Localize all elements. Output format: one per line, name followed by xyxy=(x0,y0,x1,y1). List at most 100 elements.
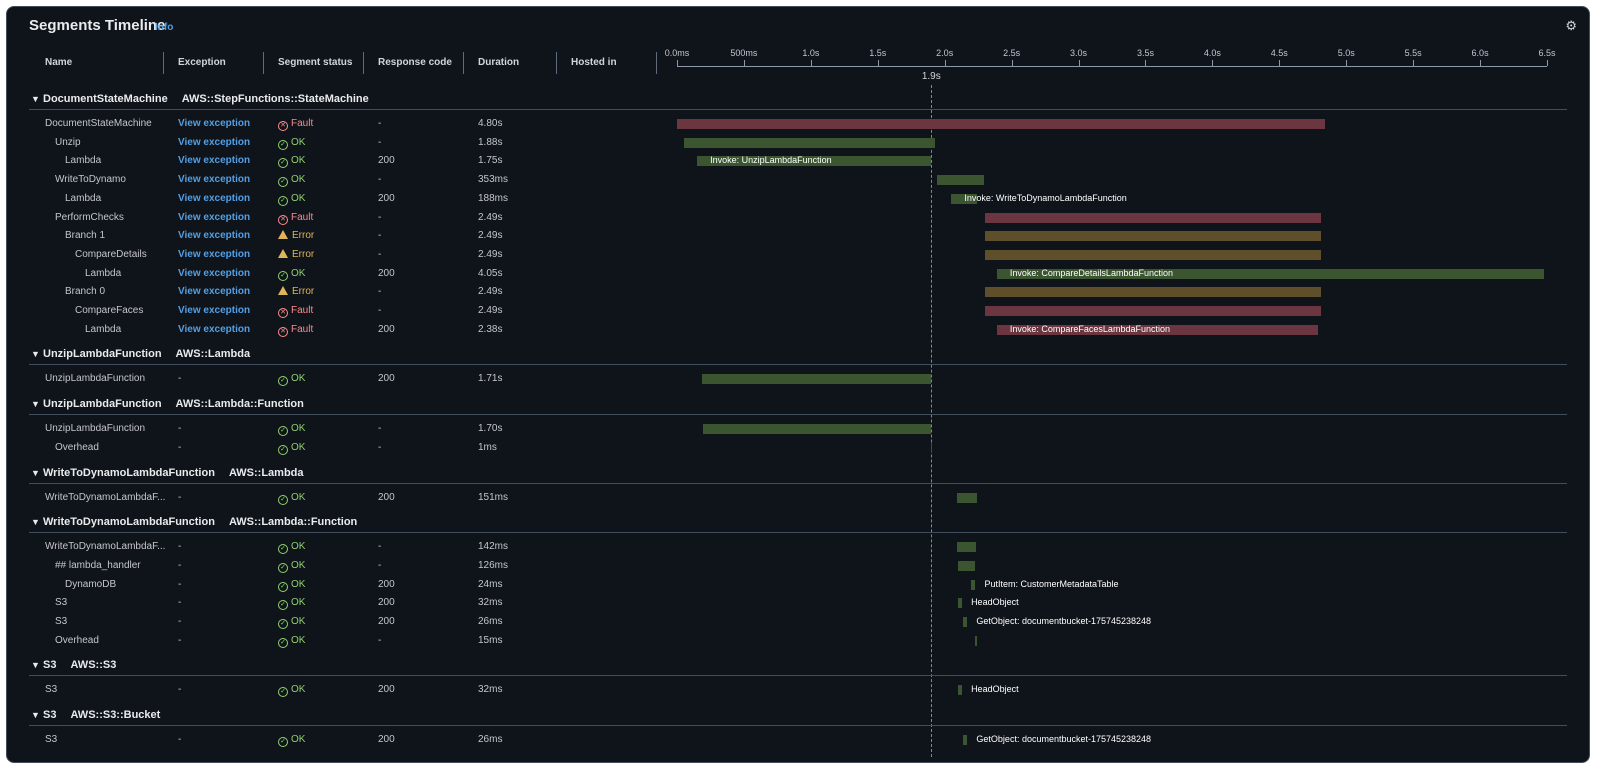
group-header[interactable]: ▼ DocumentStateMachine AWS::StepFunctions:… xyxy=(31,93,369,105)
view-exception-link[interactable]: View exception xyxy=(178,155,250,166)
column-header-name[interactable]: Name xyxy=(45,57,72,68)
status-badge: ✓ OK xyxy=(278,373,305,387)
timeline-bar[interactable] xyxy=(996,324,1319,335)
timeline-bar[interactable] xyxy=(984,212,1321,223)
info-link[interactable]: Info xyxy=(155,22,173,33)
timeline-bar[interactable] xyxy=(958,598,963,609)
view-exception-link[interactable]: View exception xyxy=(178,118,250,129)
table-row[interactable]: S3 - ✓ OK 200 26ms GetObject: documentbucket-1… xyxy=(7,614,1589,632)
group-header[interactable]: ▼ WriteToDynamoLambdaFunction AWS::Lambda:… xyxy=(31,516,357,528)
table-row[interactable]: Lambda View exception ✓ OK 200 1.75s Invoke: U… xyxy=(7,153,1589,171)
table-row[interactable]: S3 - ✓ OK 200 32ms HeadObject xyxy=(7,682,1589,700)
table-row[interactable]: DocumentStateMachine View exception ✕ Fault… xyxy=(7,116,1589,134)
group-header[interactable]: ▼ S3 AWS::S3::Bucket xyxy=(31,709,160,721)
timeline-bar[interactable] xyxy=(958,685,963,696)
table-row[interactable]: UnzipLambdaFunction - ✓ OK - 1.70s xyxy=(7,421,1589,439)
view-exception-link[interactable]: View exception xyxy=(178,230,250,241)
view-exception-link[interactable]: View exception xyxy=(178,286,250,297)
caret-down-icon[interactable]: ▼ xyxy=(31,660,43,670)
status-badge: ✓ OK xyxy=(278,560,305,573)
caret-down-icon[interactable]: ▼ xyxy=(31,517,43,527)
status-text: Fault xyxy=(291,305,314,316)
view-exception-link[interactable]: View exception xyxy=(178,305,250,316)
view-exception-link[interactable]: View exception xyxy=(178,212,250,223)
column-header-hosted-in[interactable]: Hosted in xyxy=(571,57,617,68)
view-exception-link[interactable]: View exception xyxy=(178,268,250,279)
table-row[interactable]: S3 - ✓ OK 200 26ms GetObject: documentbucket-1… xyxy=(7,732,1589,750)
timeline-bar[interactable] xyxy=(975,635,978,646)
timeline-bar[interactable] xyxy=(951,193,977,204)
table-row[interactable]: Branch 1 View exception Error - 2.49s xyxy=(7,228,1589,246)
table-row[interactable]: PerformChecks View exception ✕ Fault - 2.49s xyxy=(7,210,1589,228)
group-header[interactable]: ▼ UnzipLambdaFunction AWS::Lambda::Functio… xyxy=(31,398,304,410)
column-resizer[interactable] xyxy=(556,52,557,74)
table-row[interactable]: CompareFaces View exception ✕ Fault - 2.49s xyxy=(7,303,1589,321)
caret-down-icon[interactable]: ▼ xyxy=(31,399,43,409)
timeline-bar[interactable] xyxy=(677,119,1325,129)
column-resizer[interactable] xyxy=(163,52,164,74)
timeline-bar[interactable] xyxy=(963,617,967,627)
status-badge: ✓ OK xyxy=(278,155,305,169)
table-row[interactable]: WriteToDynamoLambdaF... - ✓ OK 200 151ms xyxy=(7,490,1589,508)
duration: 24ms xyxy=(478,578,503,590)
timeline-bar[interactable] xyxy=(957,542,977,553)
status-text: OK xyxy=(291,192,306,204)
table-row[interactable]: DynamoDB - ✓ OK 200 24ms PutItem: CustomerMeta… xyxy=(7,577,1589,595)
timeline-bar[interactable] xyxy=(703,424,932,435)
view-exception-link[interactable]: View exception xyxy=(178,249,250,260)
group-header[interactable]: ▼ WriteToDynamoLambdaFunction AWS::Lambda xyxy=(31,467,304,479)
timeline-bar[interactable] xyxy=(984,306,1321,316)
group-header[interactable]: ▼ UnzipLambdaFunction AWS::Lambda xyxy=(31,348,250,360)
column-header-segment-status[interactable]: Segment status xyxy=(278,57,352,68)
table-row[interactable]: S3 - ✓ OK 200 32ms HeadObject xyxy=(7,595,1589,613)
response-code: - xyxy=(378,230,382,242)
column-header-response-code[interactable]: Response code xyxy=(378,57,452,68)
table-row[interactable]: Lambda View exception ✓ OK 200 4.05s Invoke: C… xyxy=(7,266,1589,284)
group-divider xyxy=(29,364,1567,366)
group-header[interactable]: ▼ S3 AWS::S3 xyxy=(31,659,116,671)
caret-down-icon[interactable]: ▼ xyxy=(31,468,43,478)
table-row[interactable]: Overhead - ✓ OK - 1ms xyxy=(7,440,1589,458)
column-resizer[interactable] xyxy=(463,52,464,74)
column-header-exception[interactable]: Exception xyxy=(178,57,226,68)
timeline-bar[interactable] xyxy=(996,268,1544,279)
timeline-bar[interactable] xyxy=(984,231,1321,242)
timeline-bar[interactable] xyxy=(958,560,975,571)
table-row[interactable]: WriteToDynamo View exception ✓ OK - 353ms xyxy=(7,172,1589,190)
table-row[interactable]: Unzip View exception ✓ OK - 1.88s xyxy=(7,135,1589,153)
status-text: OK xyxy=(291,734,306,746)
timeline-bar[interactable] xyxy=(702,374,932,385)
timeline-bar[interactable] xyxy=(936,175,984,186)
timeline-bar[interactable] xyxy=(683,137,936,148)
caret-down-icon[interactable]: ▼ xyxy=(31,94,43,104)
timeline-bar[interactable] xyxy=(984,249,1321,260)
table-row[interactable]: Lambda View exception ✓ OK 200 188ms Invoke: W… xyxy=(7,191,1589,209)
table-row[interactable]: WriteToDynamoLambdaF... - ✓ OK -142ms xyxy=(7,539,1589,557)
view-exception-link[interactable]: View exception xyxy=(178,193,250,204)
view-exception-link[interactable]: View exception xyxy=(178,137,250,148)
caret-down-icon[interactable]: ▼ xyxy=(31,710,43,720)
table-row[interactable]: CompareDetails View exception Error - 2.49s xyxy=(7,247,1589,265)
table-row[interactable]: Branch 0 View exception Error - 2.49s xyxy=(7,284,1589,302)
segment-name: S3 xyxy=(45,734,58,746)
table-row[interactable]: Overhead - ✓ OK - 15ms xyxy=(7,633,1589,651)
group-type: AWS::Lambda::Function xyxy=(175,398,304,411)
timeline-bar[interactable] xyxy=(956,492,977,503)
timeline-bar[interactable] xyxy=(697,156,932,167)
view-exception-link[interactable]: View exception xyxy=(178,174,250,185)
table-row[interactable]: UnzipLambdaFunction - ✓ OK 200 1.71s xyxy=(7,371,1589,389)
column-header-duration[interactable]: Duration xyxy=(478,57,519,68)
timeline-bar[interactable] xyxy=(963,735,967,746)
timeline-bar[interactable] xyxy=(971,579,975,590)
timeline-bar[interactable] xyxy=(931,442,933,453)
timeline-bar[interactable] xyxy=(984,287,1321,298)
column-resizer[interactable] xyxy=(263,52,264,74)
caret-down-icon[interactable]: ▼ xyxy=(31,349,43,359)
view-exception-link[interactable]: View exception xyxy=(178,324,250,335)
duration: 4.80s xyxy=(478,118,503,129)
column-resizer[interactable] xyxy=(656,52,657,74)
gear-icon[interactable]: ⚙ xyxy=(1565,18,1577,34)
column-resizer[interactable] xyxy=(363,52,364,74)
table-row[interactable]: Lambda View exception ✕ Fault 200 2.38s Invoke… xyxy=(7,322,1589,340)
table-row[interactable]: ## lambda_handler - ✓ OK - 126ms xyxy=(7,558,1589,576)
